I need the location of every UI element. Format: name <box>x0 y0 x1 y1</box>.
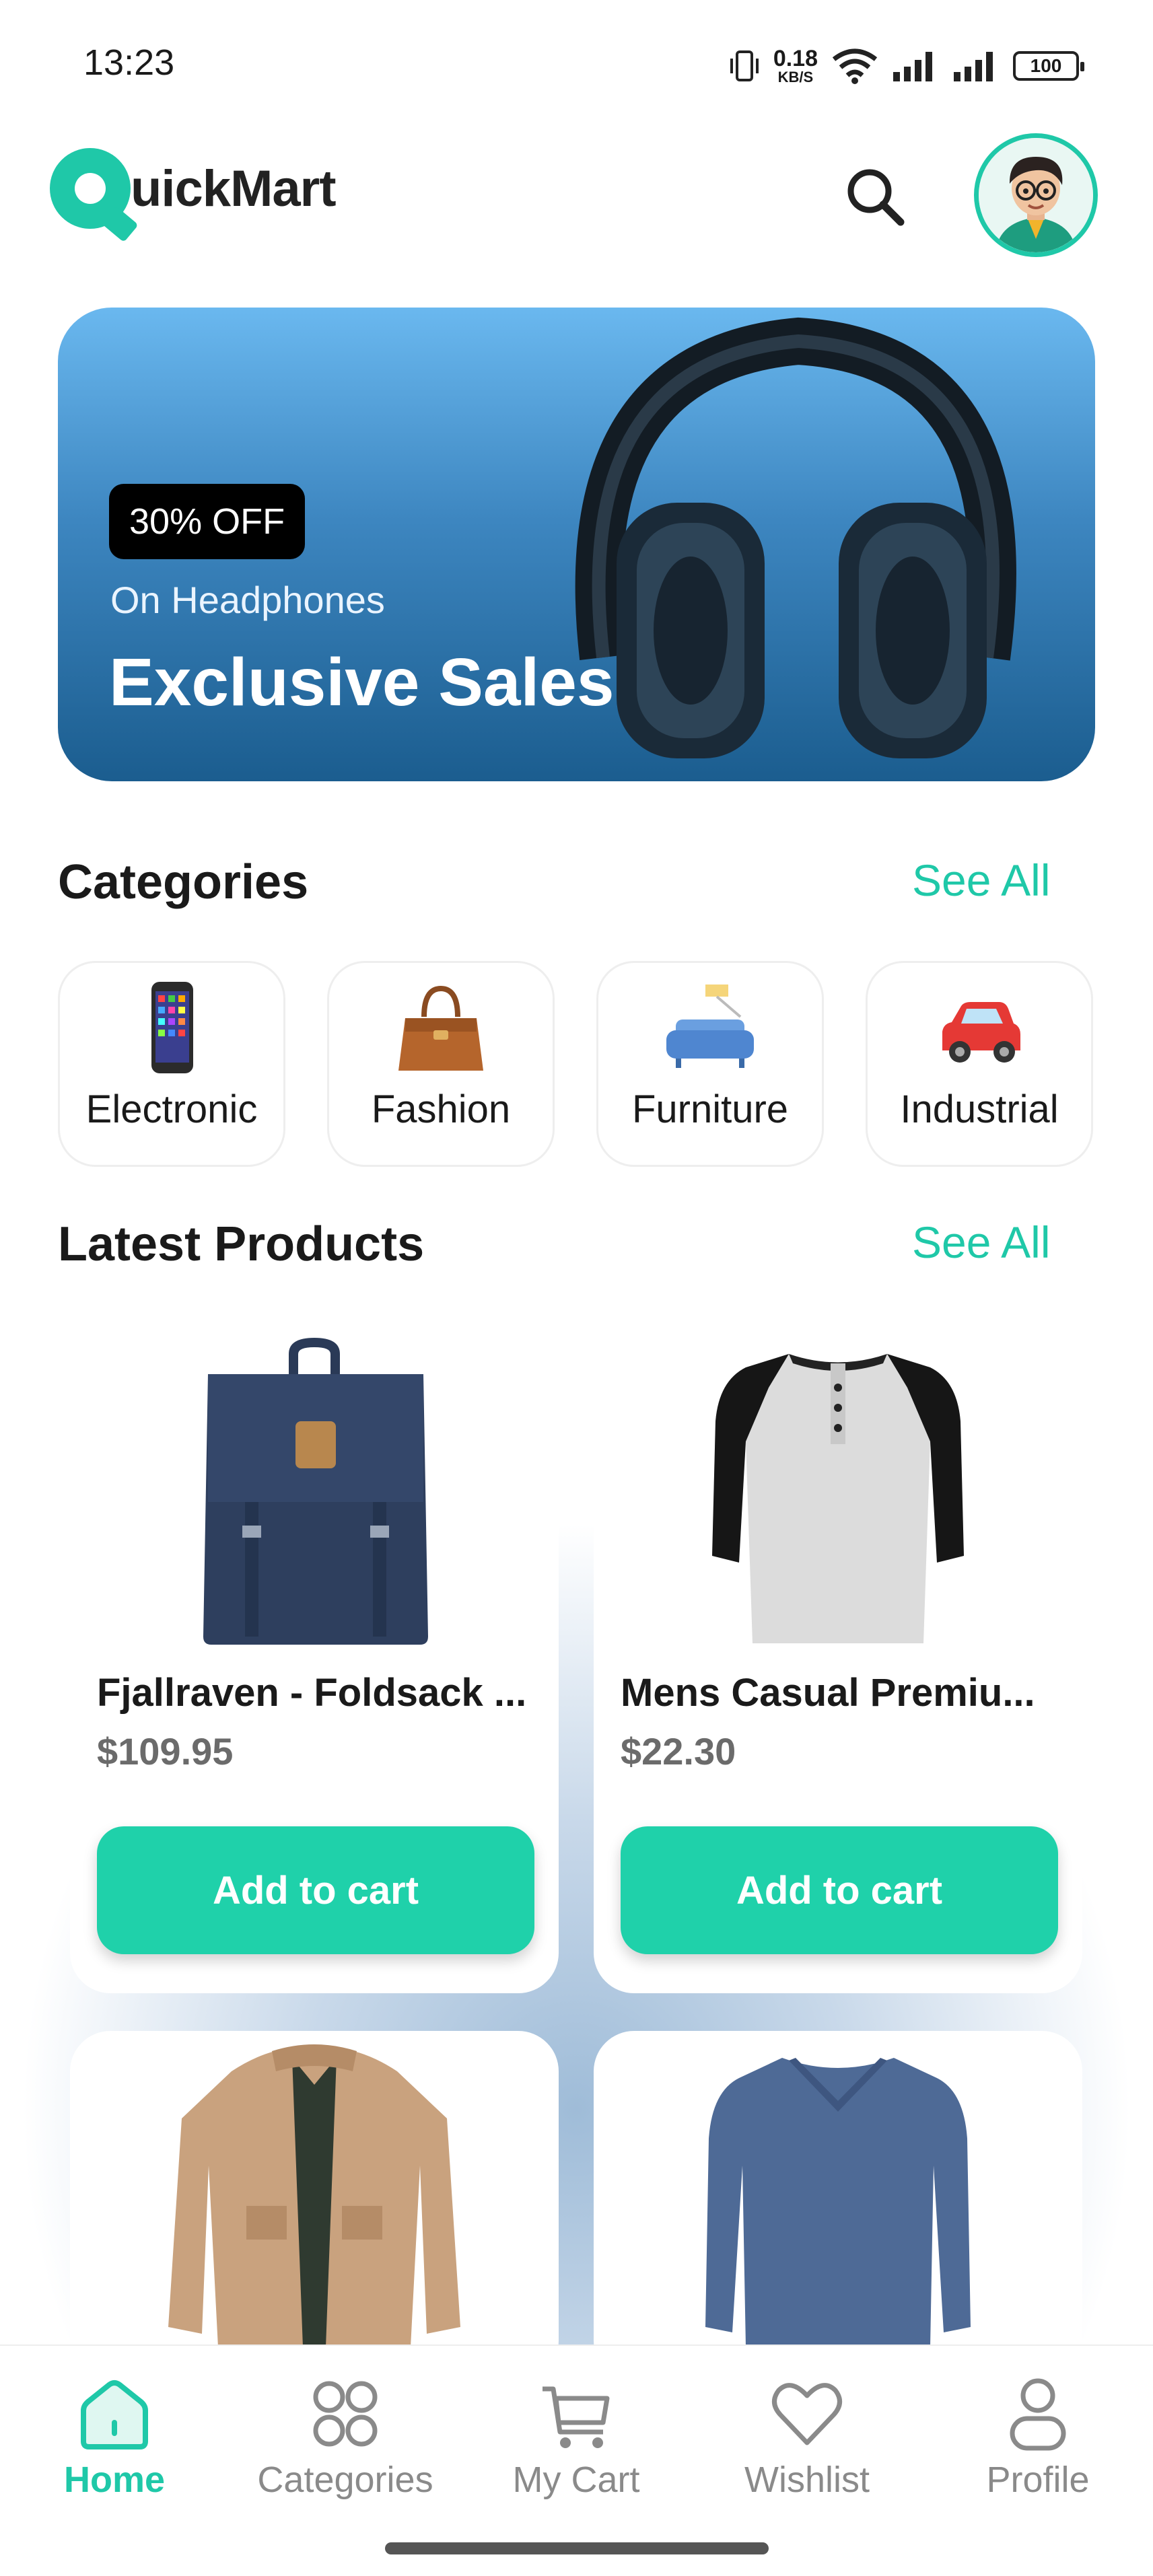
nav-wishlist[interactable]: Wishlist <box>706 2373 908 2501</box>
home-icon <box>81 2380 148 2449</box>
product-card[interactable] <box>70 2031 559 2381</box>
car-icon <box>942 1002 1020 1063</box>
category-label: Furniture <box>631 1087 789 1131</box>
bottom-navigation: Home Categories My Cart Wishlist Profile <box>0 2345 1153 2576</box>
user-icon <box>1010 2378 1066 2451</box>
nav-label: Categories <box>257 2460 433 2500</box>
product-name: Fjallraven - Foldsack ... <box>97 1671 527 1715</box>
product-price: $22.30 <box>621 1730 736 1773</box>
nav-label: My Cart <box>512 2460 640 2500</box>
product-card[interactable]: Mens Casual Premiu... $22.30 Add to cart <box>594 1334 1082 1993</box>
avatar-icon <box>979 138 1093 252</box>
cart-icon <box>543 2386 610 2448</box>
nav-home[interactable]: Home <box>13 2373 215 2501</box>
app-header: uickMart <box>0 128 1153 262</box>
network-speed-value: 0.18 <box>773 46 818 71</box>
logo-text: uickMart <box>131 159 337 217</box>
nav-label: Wishlist <box>744 2460 870 2500</box>
product-card[interactable] <box>594 2031 1082 2381</box>
backpack-image <box>203 1338 428 1645</box>
promo-banner[interactable]: 30% OFF On Headphones Exclusive Sales <box>58 308 1095 781</box>
status-bar: 13:23 0.18 KB/S 100 <box>0 0 1153 114</box>
category-industrial[interactable]: Industrial <box>866 961 1093 1167</box>
categories-see-all-link[interactable]: See All <box>912 855 1050 906</box>
signal-icon-2 <box>954 52 993 81</box>
battery-icon: 100 <box>1013 51 1084 81</box>
banner-subtitle: On Headphones <box>110 579 385 621</box>
network-speed-unit: KB/S <box>777 69 814 85</box>
mobile-phone-icon <box>151 982 193 1073</box>
category-label: Industrial <box>900 1087 1059 1131</box>
nav-my-cart[interactable]: My Cart <box>475 2373 677 2501</box>
category-fashion[interactable]: Fashion <box>327 961 555 1167</box>
status-time: 13:23 <box>83 42 175 83</box>
heart-icon <box>772 2383 842 2445</box>
vibrate-icon <box>730 50 759 81</box>
logo-mark <box>50 148 131 229</box>
category-label: Electronic <box>85 1087 258 1131</box>
raglan-shirt-image <box>712 1354 964 1643</box>
grid-icon <box>313 2381 378 2447</box>
nav-label: Home <box>63 2460 166 2500</box>
discount-badge: 30% OFF <box>109 484 306 559</box>
add-to-cart-button[interactable]: Add to cart <box>621 1826 1058 1954</box>
avatar[interactable] <box>974 133 1098 257</box>
add-to-cart-button[interactable]: Add to cart <box>97 1826 534 1954</box>
product-price: $109.95 <box>97 1730 234 1773</box>
latest-products-title: Latest Products <box>58 1217 425 1271</box>
product-card[interactable]: Fjallraven - Foldsack ... $109.95 Add to… <box>70 1334 559 1993</box>
category-label: Fashion <box>371 1087 511 1131</box>
nav-label: Profile <box>986 2460 1090 2500</box>
category-furniture[interactable]: Furniture <box>596 961 824 1167</box>
battery-level: 100 <box>1030 55 1062 76</box>
category-electronic[interactable]: Electronic <box>58 961 285 1167</box>
status-icons: 0.18 KB/S 100 <box>729 46 1084 86</box>
latest-products-see-all-link[interactable]: See All <box>912 1217 1050 1268</box>
sofa-icon <box>666 985 754 1068</box>
banner-title: Exclusive Sales <box>109 645 615 720</box>
network-speed: 0.18 KB/S <box>773 47 818 85</box>
search-icon <box>847 169 905 226</box>
categories-title: Categories <box>58 855 309 909</box>
jacket-image <box>168 2044 460 2347</box>
nav-profile[interactable]: Profile <box>937 2373 1139 2501</box>
home-indicator[interactable] <box>385 2542 769 2554</box>
signal-icon <box>893 52 932 81</box>
nav-categories[interactable]: Categories <box>244 2373 446 2501</box>
search-button[interactable] <box>841 163 909 230</box>
product-name: Mens Casual Premiu... <box>621 1671 1035 1715</box>
wifi-icon <box>832 48 878 84</box>
app-logo[interactable]: uickMart <box>50 148 337 229</box>
long-sleeve-shirt-image <box>705 2058 971 2347</box>
handbag-icon <box>398 985 483 1071</box>
